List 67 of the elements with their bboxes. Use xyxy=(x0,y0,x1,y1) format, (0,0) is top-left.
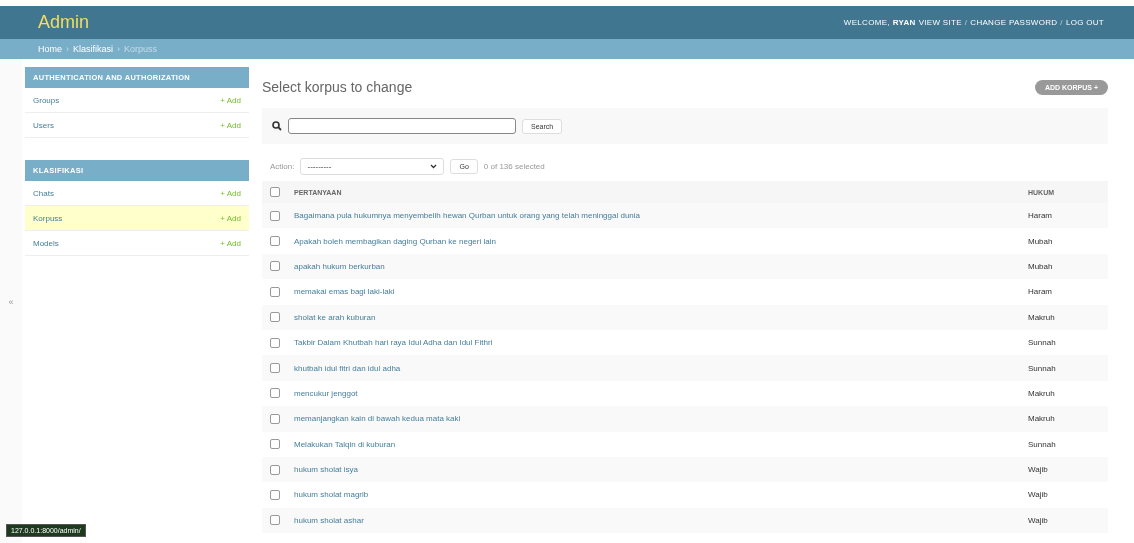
table-cell-text: Makruh xyxy=(1028,312,1056,322)
row-link[interactable]: mencukur jenggot xyxy=(294,388,1028,398)
table-cell-text: Wajib xyxy=(1028,515,1049,525)
row-checkbox[interactable] xyxy=(270,464,280,475)
model-link[interactable]: Korpuss xyxy=(33,213,63,223)
row-checkbox[interactable] xyxy=(270,515,280,526)
row-link[interactable]: Apakah boleh membagikan daging Qurban ke negeri lain xyxy=(294,236,1028,246)
row-link[interactable]: hukum sholat magrib xyxy=(294,490,1028,500)
selection-counter: 0 of 136 selected xyxy=(483,162,545,171)
model-link[interactable]: Chats xyxy=(33,188,54,198)
select-all-checkbox[interactable] xyxy=(270,187,280,197)
row-checkbox[interactable] xyxy=(270,286,280,297)
table-cell-text: Mubah xyxy=(1028,261,1054,271)
search-field[interactable] xyxy=(288,118,516,134)
breadcrumb-separator: › xyxy=(117,44,121,54)
page-title: Select korpus to change xyxy=(262,79,413,95)
row-link[interactable]: Melakukan Talqin di kuburan xyxy=(294,439,1028,449)
row-checkbox[interactable] xyxy=(270,261,280,272)
row-link[interactable]: sholat ke arah kuburan xyxy=(294,312,1028,322)
row-link[interactable]: hukum sholat isya xyxy=(294,465,1028,475)
model-row[interactable]: Users + Add xyxy=(25,113,249,138)
row-checkbox[interactable] xyxy=(270,439,280,450)
table-cell-text: Sunnah xyxy=(1028,363,1057,373)
link-separator: / xyxy=(1060,18,1063,27)
row-checkbox[interactable] xyxy=(270,363,280,374)
user-name: RYAN xyxy=(892,18,916,27)
action-label: Action: xyxy=(270,162,295,171)
model-row[interactable]: Models + Add xyxy=(25,231,249,256)
row-checkbox[interactable] xyxy=(270,413,280,424)
table-cell-text: Wajib xyxy=(1028,465,1049,475)
header-link[interactable]: CHANGE PASSWORD xyxy=(970,18,1058,27)
table-cell-text: Wajib xyxy=(1028,490,1049,500)
row-checkbox[interactable] xyxy=(270,236,280,247)
model-link[interactable]: Users xyxy=(33,120,54,130)
breadcrumb-separator: › xyxy=(66,44,69,54)
table-cell-text: Makruh xyxy=(1028,388,1056,398)
site-title: Admin xyxy=(38,12,90,33)
model-row[interactable]: Korpuss + Add xyxy=(25,206,249,231)
row-link[interactable]: khutbah idul fitri dan idul adha xyxy=(294,363,1028,373)
search-icon xyxy=(272,121,282,131)
welcome-text: WELCOME, xyxy=(843,18,890,27)
row-checkbox[interactable] xyxy=(270,337,280,348)
table-cell-text: Haram xyxy=(1028,287,1053,297)
caret-icon xyxy=(430,164,438,169)
row-link[interactable]: apakah hukum berkurban xyxy=(294,261,1028,271)
row-link[interactable]: Takbir Dalam Khutbah hari raya Idul Adha dan Idul Fithri xyxy=(294,338,1028,348)
row-link[interactable]: hukum sholat ashar xyxy=(294,515,1028,525)
link-separator: / xyxy=(964,18,968,27)
table-cell-text: Mubah xyxy=(1028,236,1054,246)
table-cell-text: Haram xyxy=(1028,211,1053,221)
header-link[interactable]: VIEW SITE xyxy=(918,18,962,27)
row-link[interactable]: memanjangkan kain di bawah kedua mata kaki xyxy=(294,414,1028,424)
breadcrumb-current: Korpuss xyxy=(124,44,158,54)
row-link[interactable]: Bagaimana pula hukumnya menyembelih hewan Qurban untuk orang yang telah meninggal dunia xyxy=(294,211,1028,221)
action-select[interactable]: --------- xyxy=(300,158,445,175)
table-cell-text: Sunnah xyxy=(1028,439,1057,449)
table-cell-text: Makruh xyxy=(1028,414,1056,424)
model-link[interactable]: Groups xyxy=(33,95,60,105)
model-row[interactable]: Groups + Add xyxy=(25,88,249,113)
model-link[interactable]: Models xyxy=(33,238,59,248)
table-cell-text: Sunnah xyxy=(1028,338,1057,348)
row-checkbox[interactable] xyxy=(270,210,280,221)
header-link[interactable]: LOG OUT xyxy=(1065,18,1104,27)
row-checkbox[interactable] xyxy=(270,388,280,399)
row-checkbox[interactable] xyxy=(270,312,280,323)
row-link[interactable]: memakai emas bagi laki-laki xyxy=(294,287,1028,297)
row-checkbox[interactable] xyxy=(270,490,280,500)
